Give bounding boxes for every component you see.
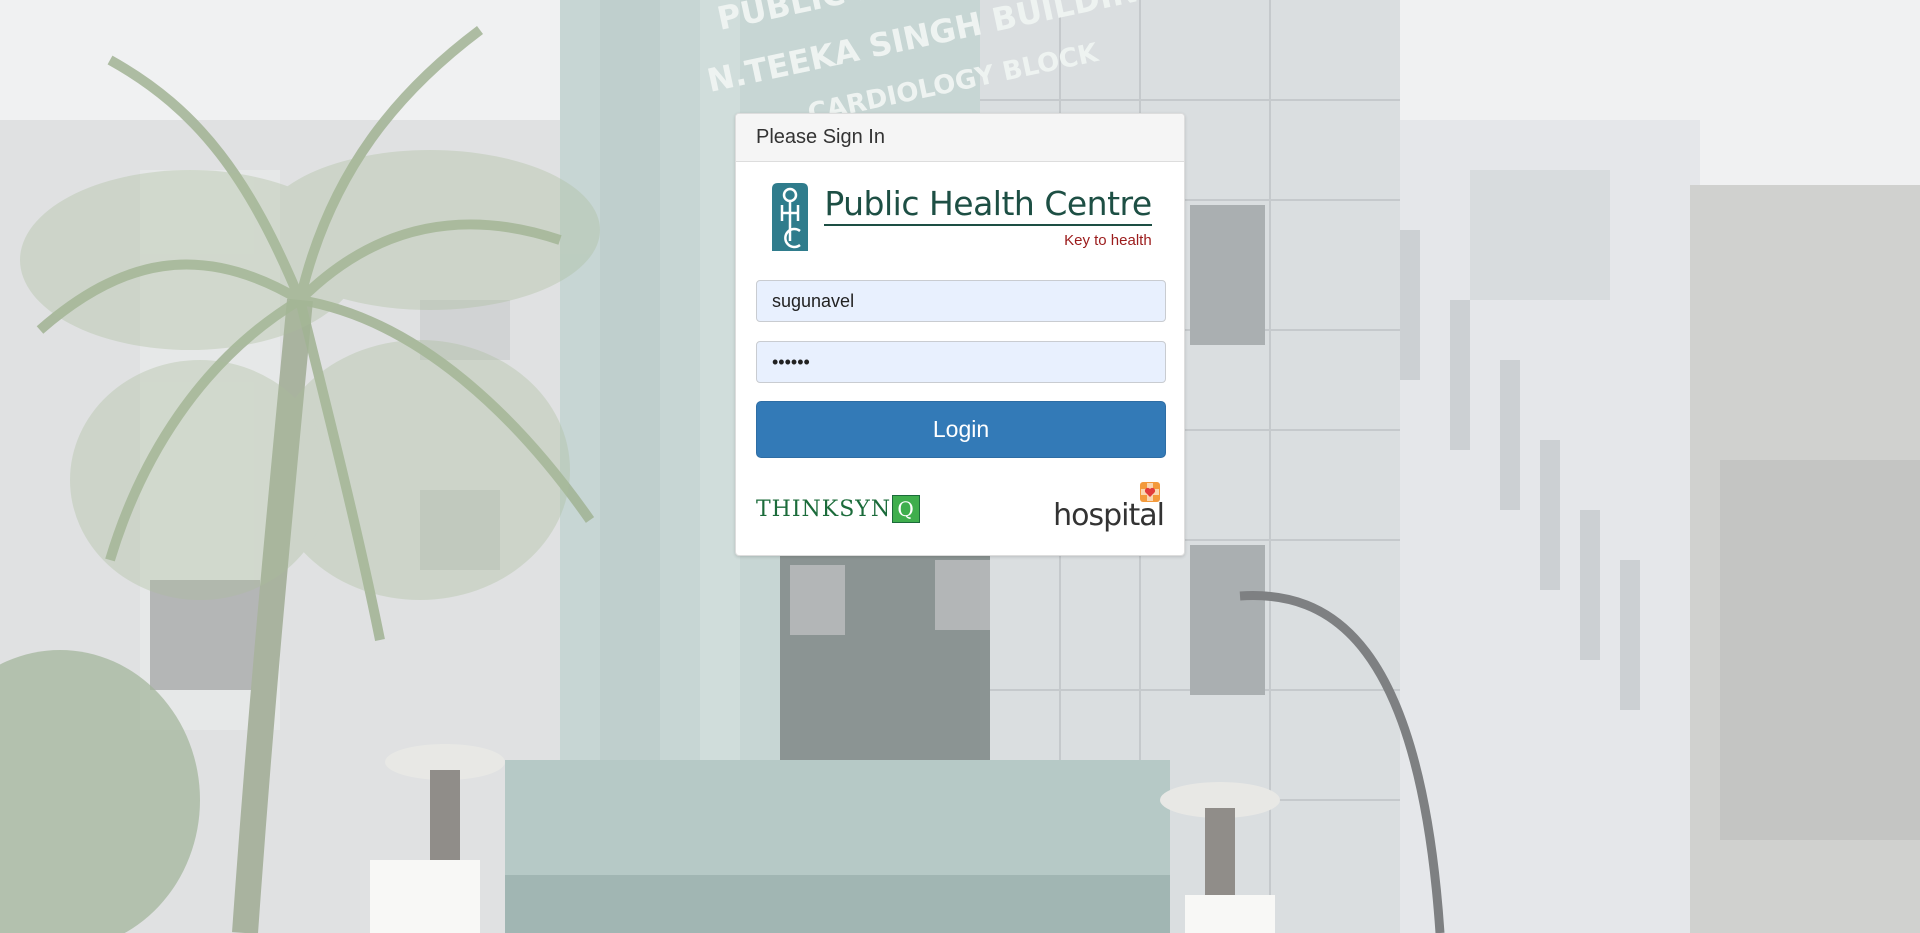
panel-heading: Please Sign In [736, 114, 1184, 162]
panel-body: Public Health Centre Key to health Login… [736, 172, 1184, 534]
thinksynq-logo: THINKSYN Q [756, 495, 921, 523]
hospital-logo: hospital [1053, 481, 1165, 533]
thinksynq-logo-text: THINKSYN [756, 496, 892, 522]
password-input[interactable] [756, 341, 1166, 383]
login-button[interactable]: Login [756, 401, 1166, 458]
heart-cross-icon [1140, 481, 1160, 502]
logo-title: Public Health Centre [824, 185, 1152, 226]
username-input[interactable] [756, 280, 1166, 322]
logo-tagline: Key to health [1064, 231, 1152, 249]
panel-title: Please Sign In [756, 126, 885, 148]
footer-logos: THINKSYN Q hospital [756, 481, 1165, 534]
thinksynq-q-box: Q [892, 495, 921, 523]
phc-key-icon [772, 183, 809, 251]
public-health-centre-logo: Public Health Centre Key to health [756, 172, 1164, 262]
sign-in-panel: Please Sign In Public Health Centre Key … [735, 113, 1185, 556]
